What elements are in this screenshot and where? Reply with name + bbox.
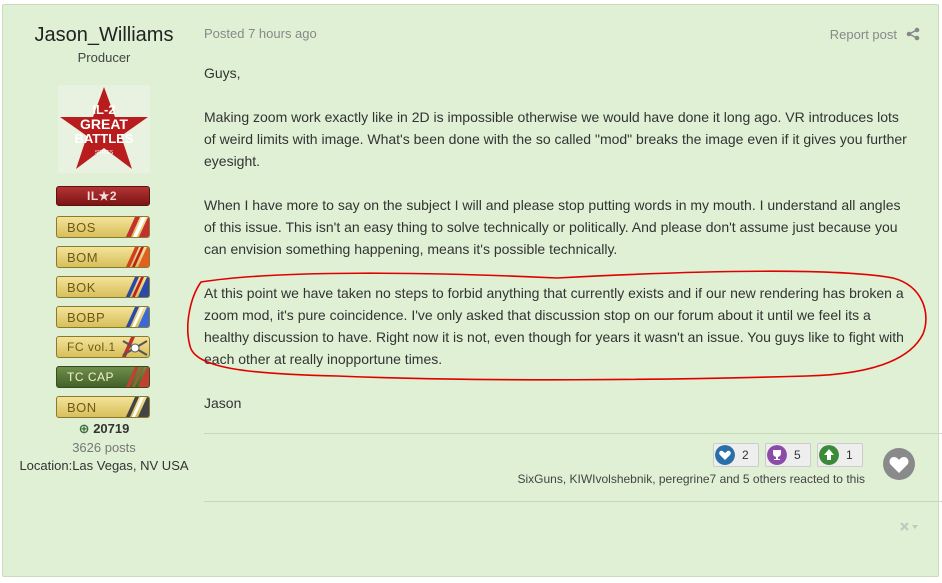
reaction-count: 1 (846, 448, 853, 462)
divider (204, 433, 942, 434)
post-content: Posted 7 hours ago Report post Guys, Mak… (187, 5, 942, 576)
logo-line-1: IL-2 (92, 102, 115, 117)
reputation-value: 20719 (93, 421, 130, 436)
badge-label: IL★2 (87, 189, 118, 203)
reaction-like[interactable]: 2 (713, 443, 759, 467)
reaction-upvote[interactable]: 1 (817, 443, 863, 467)
reputation-count: ⊕ 20719 (3, 421, 205, 437)
logo-line-2: GREAT (80, 116, 128, 132)
badge-bom: BOM (56, 246, 150, 268)
biplane-icon (121, 337, 148, 357)
divider (204, 501, 942, 502)
badge-label: TC CAP (67, 370, 115, 384)
badge-label: BOS (67, 220, 96, 235)
post-paragraph: When I have more to say on the subject I… (204, 197, 901, 257)
logo-line-3: BATTLES (75, 131, 134, 146)
plus-circle-icon: ⊕ (78, 421, 90, 436)
badge-fc: FC vol.1 (56, 336, 150, 358)
post-paragraph: Making zoom work exactly like in 2D is i… (204, 109, 907, 169)
forum-post: Jason_Williams Producer IL-2 GREAT BATTL… (2, 4, 942, 577)
red-annotation-ring (187, 270, 927, 381)
reaction-trophy[interactable]: 5 (765, 443, 811, 467)
author-role: Producer (77, 50, 131, 65)
reactors-list[interactable]: SixGuns, KIWIvolshebnik, peregrine7 and … (517, 472, 865, 486)
ribbon-icon (125, 397, 149, 417)
react-button[interactable] (883, 448, 915, 480)
author-location: Location:Las Vegas, NV USA (19, 458, 189, 473)
reaction-count: 2 (742, 448, 749, 462)
badge-label: BOK (67, 280, 96, 295)
badge-bobp: BOBP (56, 306, 150, 328)
report-post-link[interactable]: Report post (830, 27, 897, 42)
ribbon-icon (125, 277, 149, 297)
heart-icon (889, 457, 909, 473)
ribbon-icon (125, 367, 149, 387)
badge-bos: BOS (56, 216, 150, 238)
reaction-count: 5 (794, 448, 801, 462)
badge-label: BON (67, 400, 97, 415)
il2-great-battles-logo: IL-2 GREAT BATTLES SERIES (58, 85, 150, 173)
badge-bon: BON (56, 396, 150, 418)
badge-label: FC vol.1 (67, 340, 116, 354)
post-count: 3626 posts (72, 440, 136, 455)
post-timestamp[interactable]: Posted 7 hours ago (204, 26, 317, 41)
trophy-icon (767, 445, 787, 465)
share-icon[interactable] (906, 27, 920, 41)
multiquote-icon[interactable] (899, 520, 921, 534)
badge-bok: BOK (56, 276, 150, 298)
badge-label: BOM (67, 250, 99, 265)
author-name[interactable]: Jason_Williams (3, 24, 205, 47)
post-signature: Jason (204, 395, 242, 411)
badge-label: BOBP (67, 310, 106, 325)
post-paragraph: Guys, (204, 65, 241, 81)
badge-tc: TC CAP (56, 366, 150, 388)
ribbon-icon (125, 247, 149, 267)
upvote-icon (819, 445, 839, 465)
logo-line-4: SERIES (95, 150, 114, 156)
author-panel: Jason_Williams Producer IL-2 GREAT BATTL… (3, 5, 205, 576)
ribbon-icon (125, 217, 149, 237)
ribbon-icon (125, 307, 149, 327)
like-icon (715, 445, 735, 465)
badge-il2: IL★2 (56, 186, 150, 206)
